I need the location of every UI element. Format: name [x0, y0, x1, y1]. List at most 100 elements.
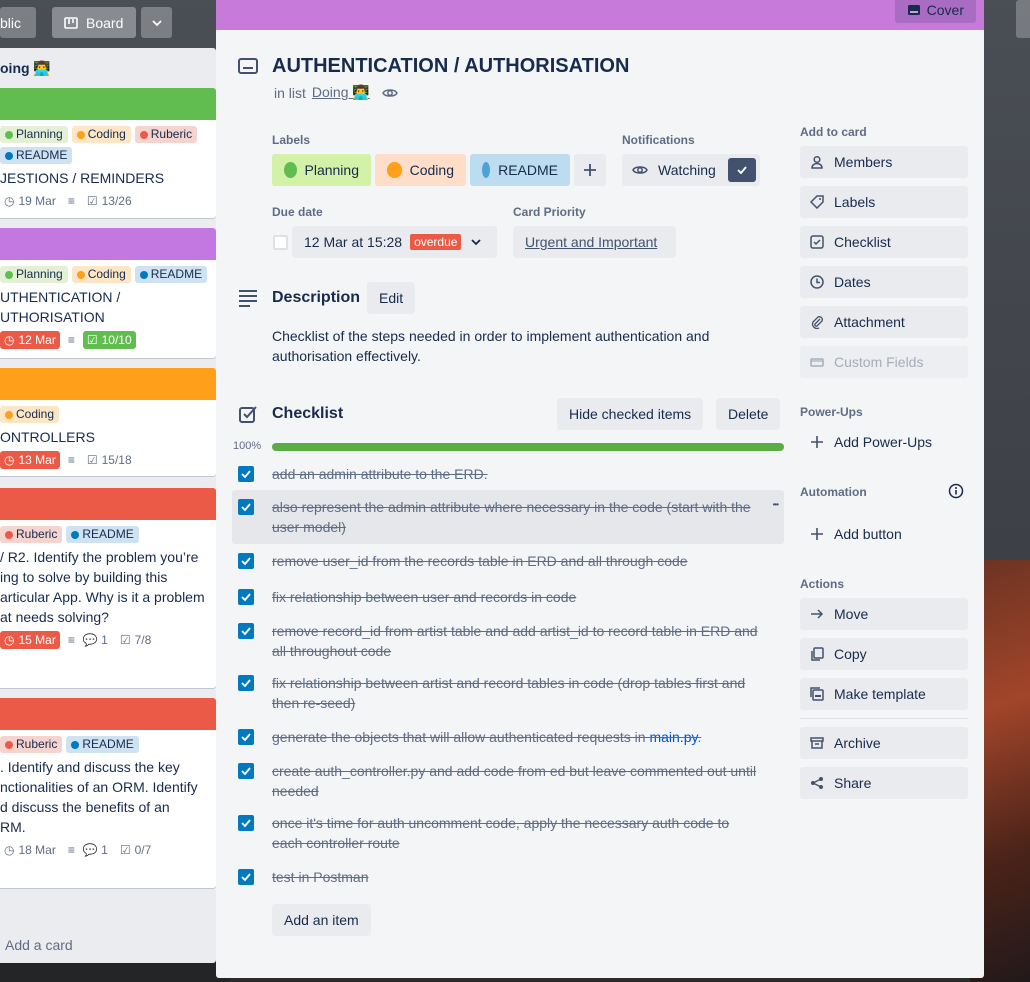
checkbox-checked[interactable] [238, 675, 254, 691]
due-date-button[interactable]: 12 Mar at 15:28 overdue [292, 226, 497, 258]
checkbox-checked[interactable] [238, 499, 254, 515]
checklist-heading[interactable]: Checklist [272, 405, 343, 423]
copy-button[interactable]: Copy [800, 638, 968, 670]
label-color-dot [71, 740, 80, 749]
checklist-item[interactable]: generate the objects that will allow aut… [232, 727, 784, 747]
checkbox-checked[interactable] [238, 589, 254, 605]
checklist-button[interactable]: Checklist [800, 226, 968, 258]
checklist-count: 13/26 [101, 194, 132, 208]
checklist-item-text[interactable]: remove record_id from artist table and a… [272, 621, 762, 661]
members-button[interactable]: Members [800, 146, 968, 178]
custom-fields-label: Custom Fields [834, 354, 924, 370]
checklist-item[interactable]: add an admin attribute to the ERD. [232, 464, 784, 484]
labels-button[interactable]: Labels [800, 186, 968, 218]
info-icon[interactable] [948, 483, 964, 499]
archive-button[interactable]: Archive [800, 727, 968, 759]
edit-description-button[interactable]: Edit [367, 282, 416, 314]
label-coding[interactable]: Coding [375, 154, 466, 186]
custom-fields-button[interactable]: Custom Fields [800, 346, 968, 378]
board-view-label: Board [86, 14, 124, 31]
checkbox-checked[interactable] [238, 466, 254, 482]
copy-label: Copy [834, 646, 867, 662]
dates-button[interactable]: Dates [800, 266, 968, 298]
checklist-item-text[interactable]: create auth_controller.py and add code f… [272, 761, 762, 801]
checklist-item[interactable]: fix relationship between user and record… [232, 587, 784, 607]
checklist-item-text[interactable]: add an admin attribute to the ERD. [272, 464, 762, 484]
checkbox-checked[interactable] [238, 623, 254, 639]
item-text: test in Postman [272, 869, 369, 885]
label-color-dot [76, 130, 85, 139]
board-card-label-text: Ruberic [16, 527, 58, 541]
item-more-icon[interactable]: ••• [773, 500, 779, 509]
due-complete-checkbox[interactable] [273, 235, 288, 250]
board-card-label: Ruberic [0, 526, 63, 543]
due-date-badge: ◷ 13 Mar [0, 451, 60, 469]
board-card-cover [0, 88, 216, 120]
board-view-button[interactable]: Board [52, 7, 136, 38]
board-card-title: . Identify and discuss the key nctionali… [0, 759, 198, 835]
description-icon [239, 290, 257, 307]
checklist-item[interactable]: once it's time for auth uncomment code, … [232, 813, 784, 853]
board-icon [64, 16, 78, 29]
view-switcher-button[interactable] [141, 7, 172, 38]
share-button[interactable]: Share [800, 767, 968, 799]
delete-checklist-button[interactable]: Delete [716, 398, 781, 430]
board-card[interactable]: Coding ONTROLLERS ◷ 13 Mar ≡ ☑ 15/18 [0, 368, 216, 476]
add-label-button[interactable] [574, 154, 606, 186]
checklist-item[interactable]: fix relationship between artist and reco… [232, 673, 784, 713]
add-power-ups-button[interactable]: Add Power-Ups [800, 426, 968, 458]
board-menu-button[interactable] [1016, 0, 1030, 38]
visibility-button[interactable]: blic [0, 7, 36, 38]
list-link[interactable]: Doing 👨‍💻 [312, 84, 370, 101]
checklist-item[interactable]: remove record_id from artist table and a… [232, 621, 784, 661]
label-planning[interactable]: Planning [272, 154, 371, 186]
board-card[interactable]: Ruberic README / R2. Identify the problem … [0, 488, 216, 688]
checklist-item[interactable]: remove user_id from the records table in… [232, 551, 784, 571]
checkbox-checked[interactable] [238, 729, 254, 745]
board-card[interactable]: Ruberic README . Identify and discuss the … [0, 698, 216, 888]
add-item-button[interactable]: Add an item [272, 904, 371, 936]
item-link[interactable]: main.py [649, 729, 697, 745]
label-color-dot [139, 130, 148, 139]
checklist-item-text[interactable]: fix relationship between user and record… [272, 587, 762, 607]
arrow-right-icon [811, 609, 824, 619]
checklist-item-text[interactable]: generate the objects that will allow aut… [272, 727, 762, 747]
checklist-item-text[interactable]: also represent the admin attribute where… [272, 497, 762, 537]
board-card-title: / R2. Identify the problem you’re ing to… [0, 549, 205, 625]
add-card-button[interactable]: Add a card [5, 937, 73, 953]
description-text[interactable]: Checklist of the steps needed in order t… [272, 326, 742, 366]
board-card[interactable]: Planning Coding Ruberic README JESTIONS / RE… [0, 88, 216, 218]
move-button[interactable]: Move [800, 598, 968, 630]
label-readme[interactable]: README [470, 154, 570, 186]
make-template-button[interactable]: Make template [800, 678, 968, 710]
checkbox-checked[interactable] [238, 815, 254, 831]
comment-icon: 💬 [82, 633, 98, 647]
description-icon: ≡ [67, 453, 75, 467]
checkbox-checked[interactable] [238, 763, 254, 779]
checkbox-checked[interactable] [238, 869, 254, 885]
checklist-item[interactable]: test in Postman [232, 867, 784, 887]
checklist-item-text[interactable]: remove user_id from the records table in… [272, 551, 762, 571]
cover-button[interactable]: Cover [894, 0, 976, 23]
list-title[interactable]: oing 👨‍💻 [0, 48, 216, 88]
checklist-item-text[interactable]: once it's time for auth uncomment code, … [272, 813, 762, 853]
checklist-item-text[interactable]: fix relationship between artist and reco… [272, 673, 762, 713]
due-date-badge: ◷ 19 Mar [0, 192, 60, 210]
board-card[interactable]: Planning Coding README UTHENTICATION / UTHO… [0, 228, 216, 358]
label-color-dot [482, 162, 491, 178]
checkbox-checked[interactable] [238, 553, 254, 569]
checklist-item[interactable]: also represent the admin attribute where… [232, 490, 784, 544]
watching-check-icon [728, 158, 756, 182]
attachment-button[interactable]: Attachment [800, 306, 968, 338]
checklist-item-text[interactable]: test in Postman [272, 867, 762, 887]
hide-checked-button[interactable]: Hide checked items [557, 398, 704, 430]
add-automation-button[interactable]: Add button [800, 518, 968, 550]
card-title[interactable]: AUTHENTICATION / AUTHORISATION [272, 55, 629, 78]
clock-icon [810, 275, 824, 289]
checklist-item[interactable]: create auth_controller.py and add code f… [232, 761, 784, 801]
due-date-text: 13 Mar [18, 453, 56, 467]
notifications-heading: Notifications [622, 133, 695, 147]
label-color-dot [284, 162, 297, 178]
card-priority-field[interactable]: Urgent and Important [513, 226, 676, 258]
item-text: remove user_id from the records table in… [272, 553, 688, 569]
